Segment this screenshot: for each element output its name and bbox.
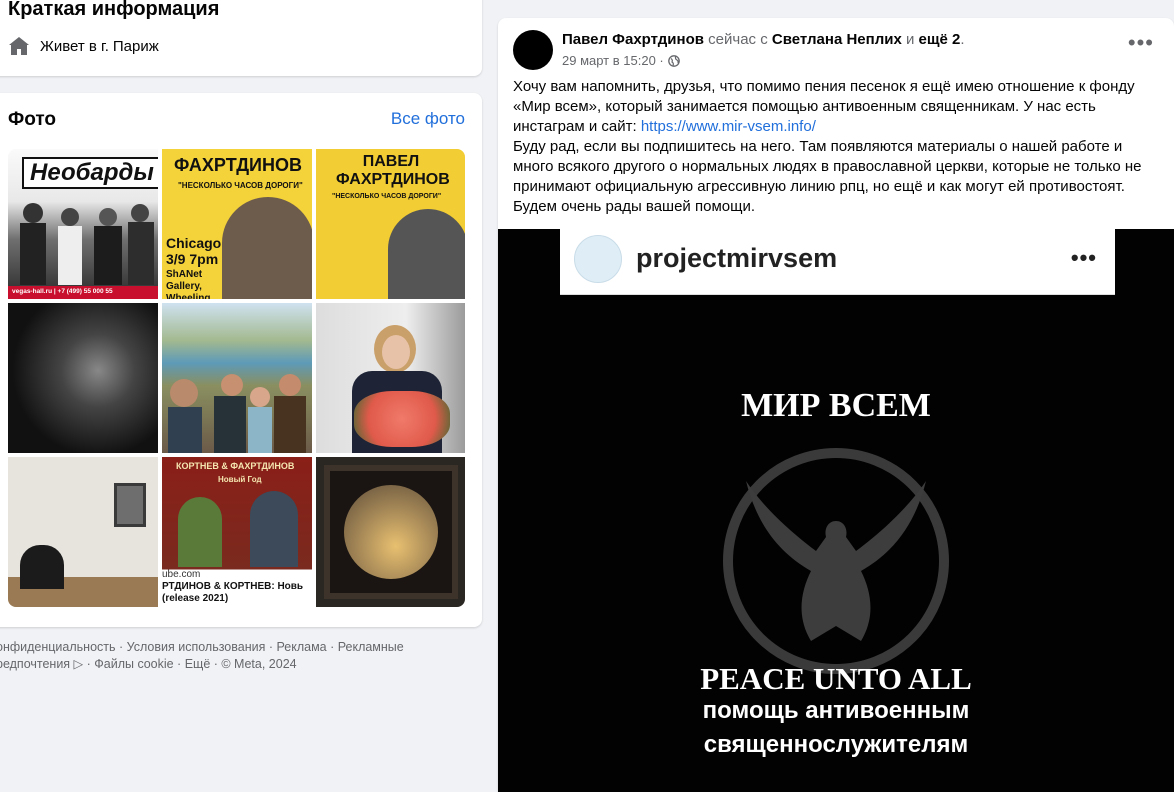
photos-card: Фото Все фото Необарды vegas-hall.ru | +…	[0, 93, 482, 627]
photos-title: Фото	[8, 109, 57, 130]
with-label: сейчас с	[708, 31, 768, 48]
post-link[interactable]: https://www.mir-vsem.info/	[641, 118, 816, 135]
photo-extra: ube.com	[162, 569, 201, 580]
photo-subcaption: vegas-hall.ru | +7 (499) 55 000 55	[8, 286, 158, 299]
image-help-line2: священнослужителям	[703, 731, 969, 758]
image-title: МИР ВСЕМ	[741, 387, 931, 424]
lives-prefix: Живет в г.	[40, 37, 109, 55]
photo-extra: РТДИНОВ & КОРТНЕВ: Новь	[162, 581, 304, 592]
post-text-part1: Хочу вам напомнить, друзья, что помимо п…	[513, 78, 1135, 135]
image-help-line1: помощь антивоенным	[702, 697, 970, 724]
intro-card: Краткая информация Живет в г. Париж	[0, 0, 482, 76]
photo-thumbnail[interactable]	[316, 457, 465, 607]
post-card: Павел Фахртдинов сейчас с Светлана Непли…	[498, 18, 1174, 792]
photo-thumbnail[interactable]: ПАВЕЛ ФАХРТДИНОВ "НЕСКОЛЬКО ЧАСОВ ДОРОГИ…	[316, 149, 465, 299]
photo-caption: ПАВЕЛ ФАХРТДИНОВ	[336, 153, 450, 188]
post-text: Хочу вам напомнить, друзья, что помимо п…	[513, 77, 1163, 217]
intro-title: Краткая информация	[8, 0, 220, 20]
photo-extra: (release 2021)	[162, 593, 229, 604]
photo-thumbnail[interactable]: КОРТНЕВ & ФАХРТДИНОВ Новый Год ube.com Р…	[162, 457, 312, 607]
photo-thumbnail[interactable]: Необарды vegas-hall.ru | +7 (499) 55 000…	[8, 149, 158, 299]
mirror-shape	[344, 485, 438, 579]
photo-grid: Необарды vegas-hall.ru | +7 (499) 55 000…	[8, 149, 465, 607]
photo-thumbnail[interactable]	[8, 457, 158, 607]
photo-extra: Chicago 3/9 7pm	[166, 235, 222, 267]
instagram-avatar	[574, 235, 622, 283]
photo-subcaption: "НЕСКОЛЬКО ЧАСОВ ДОРОГИ"	[332, 193, 442, 200]
person-shape	[20, 545, 64, 589]
and-label: и	[905, 31, 915, 48]
post-more-button[interactable]: •••	[1128, 32, 1154, 54]
portrait-shape	[388, 209, 465, 299]
photo-thumbnail[interactable]	[162, 303, 312, 453]
globe-icon	[667, 54, 680, 67]
group-photo-shapes	[168, 374, 306, 453]
photo-subcaption: "НЕСКОЛЬКО ЧАСОВ ДОРОГИ"	[178, 181, 303, 190]
photo-extra: ShANet Gallery, Wheeling	[166, 269, 211, 299]
tagged-person-link[interactable]: Светлана Неплих	[772, 31, 902, 48]
others-link[interactable]: ещё 2	[919, 31, 961, 48]
all-photos-link[interactable]: Все фото	[391, 109, 465, 129]
city-link[interactable]: Париж	[113, 38, 159, 55]
image-peace-text: PEACE UNTO ALL	[700, 661, 972, 696]
portrait-frame	[114, 483, 146, 527]
photo-caption: Необарды	[22, 157, 158, 189]
band-silhouettes	[20, 203, 154, 285]
post-date-link[interactable]: 29 март в 15:20 ·	[562, 53, 664, 68]
photo-caption: КОРТНЕВ & ФАХРТДИНОВ	[176, 461, 295, 471]
post-image[interactable]: projectmirvsem ••• МИР ВСЕМ PEACE UNTO A…	[498, 229, 1174, 792]
instagram-account-name: projectmirvsem	[636, 243, 838, 273]
photo-subcaption: Новый Год	[218, 475, 262, 484]
instagram-header-bar: projectmirvsem •••	[560, 229, 1115, 295]
photo-thumbnail[interactable]	[316, 303, 465, 453]
author-name-link[interactable]: Павел Фахртдинов	[562, 31, 704, 48]
home-icon	[9, 37, 29, 55]
person-shape	[178, 497, 222, 567]
footer-links[interactable]: онфиденциальность · Условия использовани…	[0, 639, 426, 673]
photo-thumbnail[interactable]	[8, 303, 158, 453]
face-shape	[382, 335, 410, 369]
photo-caption: ФАХРТДИНОВ	[174, 155, 302, 175]
instagram-more-icon: •••	[1070, 245, 1097, 270]
author-avatar[interactable]	[513, 30, 553, 70]
person-shape	[250, 491, 298, 567]
photo-thumbnail[interactable]: ФАХРТДИНОВ "НЕСКОЛЬКО ЧАСОВ ДОРОГИ" Chic…	[162, 149, 312, 299]
roses-shape	[354, 391, 450, 447]
lives-in-row: Живет в г. Париж	[8, 36, 159, 56]
dove-icon	[723, 448, 949, 674]
post-text-part2: Буду рад, если вы подпишитесь на него. Т…	[513, 138, 1142, 215]
post-header: Павел Фахртдинов сейчас с Светлана Непли…	[562, 31, 965, 48]
post-meta: 29 март в 15:20 ·	[562, 53, 680, 68]
